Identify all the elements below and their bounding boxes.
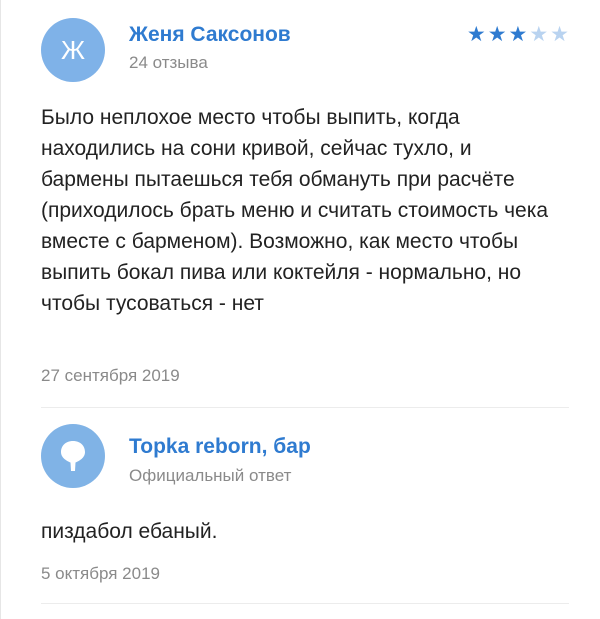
review-header: Ж Женя Саксонов 24 отзыва ★ ★ ★ ★ ★ [41, 18, 569, 82]
business-avatar[interactable] [41, 424, 105, 488]
pin-icon [61, 441, 85, 471]
review-date: 27 сентября 2019 [41, 366, 180, 385]
official-reply-label: Официальный ответ [129, 466, 292, 485]
star-empty-icon: ★ [550, 23, 569, 46]
business-name[interactable]: Topka reborn, бар [129, 435, 311, 459]
review-text: Было неплохое место чтобы выпить, когда … [41, 106, 549, 315]
rating-stars: ★ ★ ★ ★ ★ [467, 24, 569, 45]
divider [41, 603, 569, 604]
reply-text: пиздабол ебаный. [41, 520, 218, 543]
review-card: Ж Женя Саксонов 24 отзыва ★ ★ ★ ★ ★ Было неп… [41, 18, 569, 385]
reply-date: 5 октября 2019 [41, 564, 160, 583]
star-filled-icon: ★ [487, 23, 507, 46]
avatar-letter: Ж [60, 34, 85, 65]
star-empty-icon: ★ [529, 23, 549, 46]
star-filled-icon: ★ [466, 23, 486, 46]
reply-header: Topka reborn, бар Официальный ответ [41, 424, 569, 488]
star-filled-icon: ★ [508, 23, 528, 46]
divider [41, 407, 569, 408]
author-name[interactable]: Женя Саксонов [129, 23, 291, 47]
reviews-panel: Ж Женя Саксонов 24 отзыва ★ ★ ★ ★ ★ Было неп… [0, 0, 600, 619]
avatar[interactable]: Ж [41, 18, 105, 82]
author-reviews-count: 24 отзыва [129, 53, 208, 72]
owner-reply: Topka reborn, бар Официальный ответ пизд… [41, 424, 569, 583]
